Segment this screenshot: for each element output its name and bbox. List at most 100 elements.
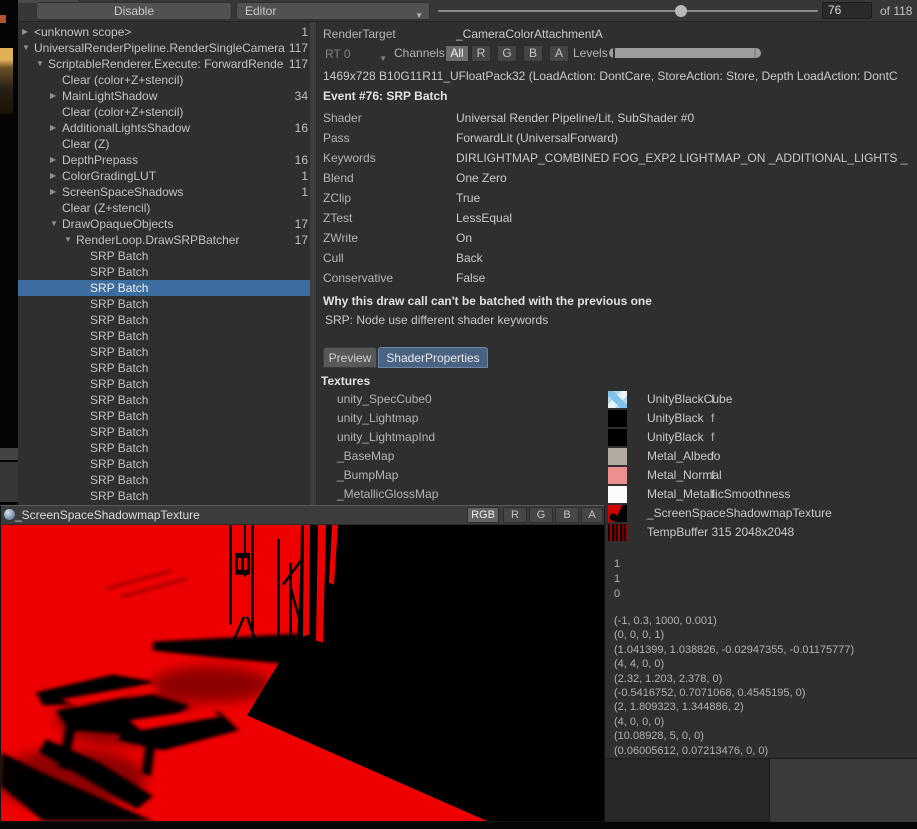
expand-arrow-icon[interactable]: ▶ bbox=[50, 152, 56, 168]
rt-dropdown-label: RT 0 bbox=[325, 47, 351, 61]
event-state-row: CullBack bbox=[317, 248, 917, 268]
texture-thumbnail-black[interactable] bbox=[608, 429, 627, 446]
texture-row: unity_LightmapfUnityBlack bbox=[317, 409, 917, 428]
tree-row[interactable]: SRP Batch bbox=[18, 392, 316, 408]
tree-row[interactable]: ▶MainLightShadow34 bbox=[18, 88, 316, 104]
channel-button-a[interactable]: A bbox=[549, 45, 569, 62]
tree-row[interactable]: ▶ScreenSpaceShadows1 bbox=[18, 184, 316, 200]
tree-item-count: 1 bbox=[301, 168, 308, 184]
state-value: On bbox=[456, 228, 916, 248]
tree-row[interactable]: Clear (color+Z+stencil) bbox=[18, 104, 316, 120]
collapse-arrow-icon[interactable]: ▼ bbox=[64, 232, 72, 248]
texture-thumbnail-tempbuffer[interactable] bbox=[608, 524, 627, 541]
collapse-arrow-icon[interactable]: ▼ bbox=[50, 216, 58, 232]
texture-thumbnail-shadowmap[interactable] bbox=[608, 505, 627, 522]
event-slider-handle[interactable] bbox=[675, 5, 687, 17]
expand-arrow-icon[interactable]: ▶ bbox=[50, 88, 56, 104]
tab-preview[interactable]: Preview bbox=[323, 347, 377, 368]
tree-row[interactable]: SRP Batch bbox=[18, 248, 316, 264]
tree-row[interactable]: ▶ DepthPrepass16 bbox=[18, 152, 316, 168]
tree-row[interactable]: SRP Batch bbox=[18, 296, 316, 312]
tree-row[interactable]: SRP Batch bbox=[18, 424, 316, 440]
event-total-label: of 118 bbox=[880, 4, 912, 18]
tree-row[interactable]: ▼DrawOpaqueObjects17 bbox=[18, 216, 316, 232]
texture-thumbnail-cube[interactable] bbox=[608, 391, 627, 408]
texture-thumbnail-normal[interactable] bbox=[608, 467, 627, 484]
tree-row[interactable]: ▼RenderLoop.DrawSRPBatcher17 bbox=[18, 232, 316, 248]
target-dropdown[interactable]: Editor ▼ bbox=[236, 2, 430, 20]
texture-name: UnityBlackCube bbox=[647, 390, 732, 409]
tree-row[interactable]: SRP Batch bbox=[18, 312, 316, 328]
tree-row[interactable]: SRP Batch bbox=[18, 264, 316, 280]
tree-row[interactable]: SRP Batch bbox=[18, 456, 316, 472]
tree-row[interactable]: SRP Batch bbox=[18, 472, 316, 488]
event-slider-track bbox=[438, 10, 818, 12]
state-label: Shader bbox=[323, 108, 362, 128]
tree-row[interactable]: ▶ <unknown scope> 1 bbox=[18, 24, 316, 40]
tree-item-label: Clear (color+Z+stencil) bbox=[62, 72, 292, 88]
tree-row[interactable]: ▼ScriptableRenderer.Execute: ForwardRend… bbox=[18, 56, 316, 72]
preview-channel-button-g[interactable]: G bbox=[529, 507, 553, 523]
preview-channel-button-a[interactable]: A bbox=[581, 507, 603, 523]
tree-row[interactable]: SRP Batch bbox=[18, 408, 316, 424]
tree-item-label: SRP Batch bbox=[90, 248, 292, 264]
channel-button-all[interactable]: All bbox=[445, 45, 469, 62]
tree-row[interactable]: SRP Batch bbox=[18, 328, 316, 344]
preview-channel-button-r[interactable]: R bbox=[503, 507, 527, 523]
tree-row[interactable]: SRP Batch bbox=[18, 376, 316, 392]
preview-title-bar[interactable]: _ScreenSpaceShadowmapTexture RGBRGBA bbox=[1, 506, 604, 525]
state-value: Back bbox=[456, 248, 916, 268]
unity-frame-debugger-window: Disable Editor ▼ 76 of 118 ▶ <unknown sco… bbox=[0, 0, 917, 829]
tree-item-count: 117 bbox=[289, 40, 308, 56]
state-value: One Zero bbox=[456, 168, 916, 188]
tree-item-label: DepthPrepass bbox=[62, 152, 292, 168]
tree-row[interactable]: ▶ColorGradingLUT1 bbox=[18, 168, 316, 184]
state-label: ZClip bbox=[323, 188, 351, 208]
tree-row[interactable]: ▼UniversalRenderPipeline.RenderSingleCam… bbox=[18, 40, 316, 56]
rt-dropdown[interactable]: RT 0 ▼ bbox=[321, 45, 393, 63]
batch-break-title: Why this draw call can't be batched with… bbox=[323, 294, 652, 308]
tree-item-count: 16 bbox=[295, 120, 308, 136]
background-window-fragment bbox=[0, 448, 18, 460]
tree-row[interactable]: Clear (Z+stencil) bbox=[18, 200, 316, 216]
tree-row[interactable]: Clear (Z) bbox=[18, 136, 316, 152]
tree-item-label: SRP Batch bbox=[90, 392, 292, 408]
collapse-arrow-icon[interactable]: ▼ bbox=[22, 40, 30, 56]
tree-item-count: 16 bbox=[295, 152, 308, 168]
vector-value: (0.06005612, 0.07213476, 0, 0) bbox=[614, 745, 768, 757]
channel-button-r[interactable]: R bbox=[471, 45, 491, 62]
tree-row[interactable]: SRP Batch bbox=[18, 488, 316, 504]
tree-item-label: <unknown scope> bbox=[34, 24, 292, 40]
collapse-arrow-icon[interactable]: ▼ bbox=[36, 56, 44, 72]
texture-thumbnail-black[interactable] bbox=[608, 410, 627, 427]
expand-arrow-icon[interactable]: ▶ bbox=[50, 184, 56, 200]
state-value: LessEqual bbox=[456, 208, 916, 228]
chevron-down-icon: ▼ bbox=[379, 50, 387, 68]
texture-thumbnail-albedo[interactable] bbox=[608, 448, 627, 465]
expand-arrow-icon[interactable]: ▶ bbox=[50, 168, 56, 184]
expand-arrow-icon[interactable]: ▶ bbox=[22, 24, 28, 40]
channel-button-g[interactable]: G bbox=[497, 45, 517, 62]
expand-arrow-icon[interactable]: ▶ bbox=[50, 120, 56, 136]
event-number-input[interactable]: 76 bbox=[822, 2, 872, 19]
event-title: Event #76: SRP Batch bbox=[323, 89, 448, 103]
texture-thumbnail-white[interactable] bbox=[608, 486, 627, 503]
background-panel bbox=[604, 758, 769, 822]
tab-shaderproperties[interactable]: ShaderProperties bbox=[378, 347, 488, 368]
tree-item-label: SRP Batch bbox=[90, 408, 292, 424]
event-slider[interactable] bbox=[438, 0, 818, 22]
channel-button-b[interactable]: B bbox=[523, 45, 543, 62]
tree-row[interactable]: SRP Batch bbox=[18, 440, 316, 456]
preview-channel-button-b[interactable]: B bbox=[555, 507, 579, 523]
preview-channel-button-rgb[interactable]: RGB bbox=[467, 507, 499, 523]
tree-item-count: 34 bbox=[295, 88, 308, 104]
tree-row[interactable]: Clear (color+Z+stencil) bbox=[18, 72, 316, 88]
tree-row[interactable]: ▶AdditionalLightsShadow16 bbox=[18, 120, 316, 136]
tree-row[interactable]: SRP Batch bbox=[18, 344, 316, 360]
tree-row[interactable]: SRP Batch bbox=[18, 360, 316, 376]
target-dropdown-label: Editor bbox=[245, 4, 276, 18]
levels-slider[interactable] bbox=[609, 48, 761, 58]
tree-item-count: 1 bbox=[301, 24, 308, 40]
disable-button[interactable]: Disable bbox=[36, 2, 232, 20]
tree-row[interactable]: SRP Batch bbox=[18, 280, 316, 296]
